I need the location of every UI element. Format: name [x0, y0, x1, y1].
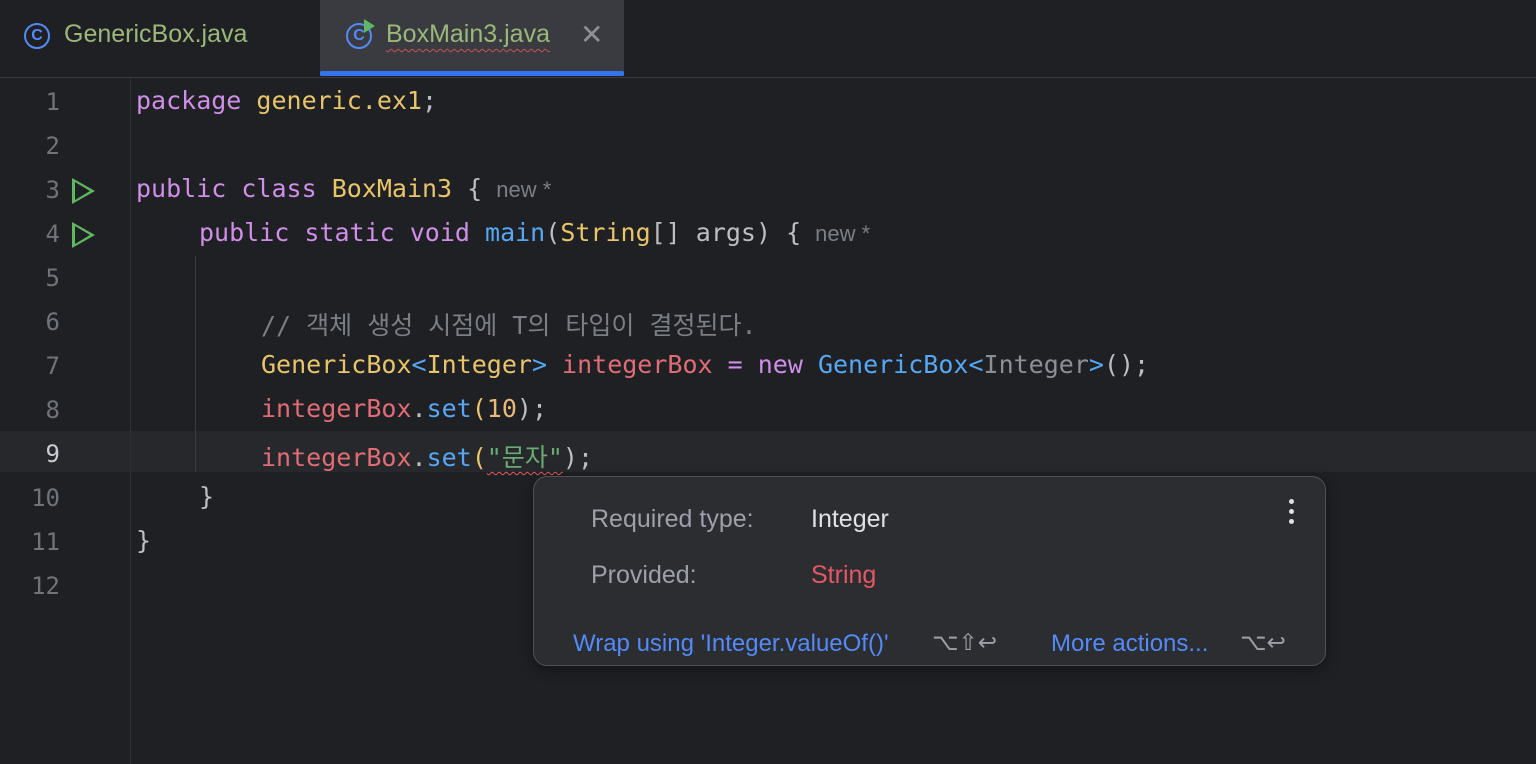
line-number: 5: [45, 264, 60, 292]
run-gutter-icon[interactable]: [72, 178, 95, 204]
line-number: 2: [45, 132, 60, 160]
inlay-hint-author[interactable]: new *: [815, 221, 870, 246]
code-line[interactable]: 2: [0, 124, 1536, 168]
tab-genericbox-java[interactable]: C GenericBox.java: [0, 0, 318, 76]
code-text: integerBox.set("문자");: [261, 443, 594, 472]
more-actions-shortcut: ⌥↩: [1240, 630, 1286, 656]
line-number: 12: [31, 572, 60, 600]
run-badge-icon: [364, 19, 375, 33]
tab-label: GenericBox.java: [64, 20, 248, 48]
type-mismatch-popup: Required type: Integer Provided: String …: [533, 476, 1326, 666]
code-line[interactable]: 8 integerBox.set(10);: [0, 388, 1536, 432]
provided-label: Provided:: [591, 561, 697, 589]
code-text: GenericBox<Integer> integerBox = new Gen…: [261, 350, 1150, 379]
line-number: 4: [45, 220, 60, 248]
required-type-value: Integer: [811, 505, 889, 533]
code-text: }: [136, 526, 152, 555]
required-type-label: Required type:: [591, 505, 754, 533]
code-line-current[interactable]: 9 integerBox.set("문자");: [0, 432, 1536, 476]
line-number: 10: [31, 484, 60, 512]
close-tab-icon[interactable]: ✕: [580, 18, 603, 51]
line-number: 1: [45, 88, 60, 116]
line-number: 6: [45, 308, 60, 336]
line-number: 3: [45, 176, 60, 204]
code-line[interactable]: 3 public class BoxMain3 {new *: [0, 168, 1536, 212]
code-text: public static void main(String[] args) {…: [199, 218, 871, 247]
code-line[interactable]: 6 // 객체 생성 시점에 T의 타입이 결정된다.: [0, 300, 1536, 344]
code-text: public class BoxMain3 {new *: [136, 174, 552, 203]
wrap-action-shortcut: ⌥⇧↩: [932, 630, 998, 656]
code-text: integerBox.set(10);: [261, 394, 548, 423]
code-line[interactable]: 1 package generic.ex1;: [0, 80, 1536, 124]
line-number: 11: [31, 528, 60, 556]
more-actions-link[interactable]: More actions...: [1051, 630, 1208, 658]
tab-label: BoxMain3.java: [386, 20, 550, 48]
code-line[interactable]: 7 GenericBox<Integer> integerBox = new G…: [0, 344, 1536, 388]
line-number: 9: [45, 440, 60, 468]
line-number: 8: [45, 396, 60, 424]
class-icon: C: [24, 23, 50, 49]
code-comment: // 객체 생성 시점에 T의 타입이 결정된다.: [261, 311, 757, 340]
code-line[interactable]: 4 public static void main(String[] args)…: [0, 212, 1536, 256]
code-text: package generic.ex1;: [136, 86, 438, 115]
code-text: }: [199, 482, 215, 511]
editor-tab-bar: C GenericBox.java C BoxMain3.java ✕: [0, 0, 1536, 78]
more-vertical-icon[interactable]: [1289, 499, 1295, 524]
line-number: 7: [45, 352, 60, 380]
error-string-argument[interactable]: "문자": [487, 443, 563, 472]
provided-value: String: [811, 561, 877, 589]
run-gutter-icon[interactable]: [72, 222, 95, 248]
inlay-hint-author[interactable]: new *: [496, 177, 551, 202]
wrap-integer-valueof-action[interactable]: Wrap using 'Integer.valueOf()': [573, 630, 889, 658]
code-line[interactable]: 5: [0, 256, 1536, 300]
tab-boxmain3-java[interactable]: C BoxMain3.java ✕: [320, 0, 624, 76]
